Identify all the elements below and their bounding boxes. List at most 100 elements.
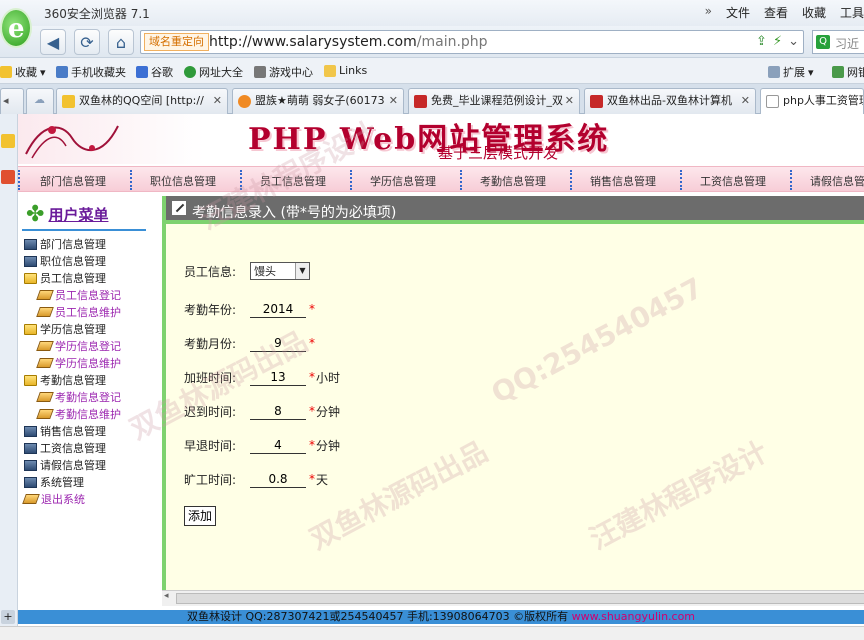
tree-item-attendance-maintain[interactable]: 考勤信息维护 [36, 406, 121, 422]
nav-salary[interactable]: 工资信息管理 [700, 173, 766, 189]
nav-education[interactable]: 学历信息管理 [370, 173, 436, 189]
tree-item-education-register[interactable]: 学历信息登记 [36, 338, 121, 354]
footer-link[interactable]: www.shuangyulin.com [572, 610, 695, 623]
page-content: + PHP Web网站管理系统 基于三层模式开发 部门信息管理 职位信息管理 员… [0, 114, 864, 640]
tree-item-system[interactable]: 系统管理 [24, 474, 84, 490]
tab-qq-space[interactable]: 双鱼林的QQ空间 [http://✕ [56, 88, 228, 114]
back-icon[interactable]: ◀ [40, 29, 66, 55]
tree-item-position[interactable]: 职位信息管理 [24, 253, 106, 269]
share-icon[interactable]: ⇪ [756, 34, 767, 49]
scroll-left-icon[interactable]: ◂ [164, 591, 169, 601]
browser-navbar: ◀ ⟳ ⌂ 域名重定向 http://www.salarysystem.com/… [0, 26, 864, 58]
menu-more-icon[interactable]: » [705, 4, 712, 21]
overtime-unit: 小时 [316, 370, 341, 385]
favorites-icon[interactable] [1, 134, 15, 148]
tree-item-sales[interactable]: 销售信息管理 [24, 423, 106, 439]
cloud-icon[interactable]: ☁ [26, 88, 54, 114]
nav-leave[interactable]: 请假信息管理 [810, 173, 864, 189]
required-mark: * [309, 472, 315, 486]
menu-view[interactable]: 查看 [764, 4, 788, 21]
bookmark-extensions[interactable]: 扩展 ▾ [768, 64, 814, 80]
tree-item-education[interactable]: 学历信息管理 [24, 321, 106, 337]
chevron-down-icon[interactable]: ▼ [295, 263, 309, 279]
close-icon[interactable]: ✕ [565, 89, 574, 113]
overtime-input[interactable] [250, 368, 306, 386]
clover-icon: ✤ [26, 202, 45, 227]
tool-icon[interactable] [1, 170, 15, 184]
month-label: 考勤月份: [184, 336, 237, 351]
side-panel-strip: + [0, 114, 18, 640]
url-text[interactable]: http://www.salarysystem.com/main.php [209, 34, 488, 50]
folder-icon [324, 64, 336, 77]
early-leave-input[interactable] [250, 436, 306, 454]
year-input[interactable] [250, 300, 306, 318]
google-icon [136, 66, 148, 78]
add-button[interactable]: 添加 [184, 506, 217, 526]
close-icon[interactable]: ✕ [741, 89, 750, 113]
year-row: 考勤年份: * [184, 300, 315, 318]
absent-input[interactable] [250, 470, 306, 488]
tree-item-department[interactable]: 部门信息管理 [24, 236, 106, 252]
menu-favorites[interactable]: 收藏 [802, 4, 826, 21]
bookmark-favorites[interactable]: 收藏 ▾ [0, 64, 46, 80]
absent-label: 旷工时间: [184, 472, 237, 487]
redirect-badge[interactable]: 域名重定向 [144, 33, 209, 51]
close-icon[interactable]: ✕ [213, 89, 222, 113]
tree-item-employee-maintain[interactable]: 员工信息维护 [36, 304, 121, 320]
page-leaf-icon [36, 392, 54, 402]
nav-employee[interactable]: 员工信息管理 [260, 173, 326, 189]
menu-file[interactable]: 文件 [726, 4, 750, 21]
tree-item-leave[interactable]: 请假信息管理 [24, 457, 106, 473]
page-leaf-icon [36, 307, 54, 317]
tree-item-attendance[interactable]: 考勤信息管理 [24, 372, 106, 388]
tab-mengzu[interactable]: 盟族★萌萌 弱女子(60173 ✕ [232, 88, 404, 114]
nav-attendance[interactable]: 考勤信息管理 [480, 173, 546, 189]
tree-item-attendance-register[interactable]: 考勤信息登记 [36, 389, 121, 405]
scrollbar-thumb[interactable] [176, 593, 864, 604]
user-menu-title: 用户菜单 [48, 206, 109, 224]
late-row: 迟到时间: * 分钟 [184, 402, 340, 420]
home-icon[interactable]: ⌂ [108, 29, 134, 55]
nav-separator [460, 170, 462, 190]
tree-item-logout[interactable]: 退出系统 [22, 491, 85, 507]
tab-scroll-left[interactable]: ◂ [0, 88, 24, 114]
bookmark-games[interactable]: 游戏中心 [254, 64, 313, 80]
page-leaf-icon [36, 409, 54, 419]
close-icon[interactable]: ✕ [389, 89, 398, 113]
employee-select[interactable]: 馒头 ▼ [250, 262, 310, 280]
bookmark-mobile[interactable]: 手机收藏夹 [56, 64, 126, 80]
tree-item-employee[interactable]: 员工信息管理 [24, 270, 106, 286]
search-input[interactable]: Q 习近 [812, 30, 864, 54]
address-bar[interactable]: 域名重定向 http://www.salarysystem.com/main.p… [140, 30, 804, 54]
tree-item-salary[interactable]: 工资信息管理 [24, 440, 106, 456]
nav-sales[interactable]: 销售信息管理 [590, 173, 656, 189]
horizontal-scrollbar[interactable]: ◂ [162, 590, 864, 606]
bookmark-google[interactable]: 谷歌 [136, 64, 173, 80]
add-icon[interactable]: + [1, 610, 15, 624]
browser-logo: e [0, 8, 32, 48]
nav-department[interactable]: 部门信息管理 [40, 173, 106, 189]
tab-free-course[interactable]: 免费_毕业课程范例设计_双 ✕ [408, 88, 580, 114]
bookmark-sites[interactable]: 网址大全 [184, 64, 243, 80]
chevron-down-icon[interactable]: ⌄ [788, 34, 799, 49]
refresh-icon[interactable]: ⟳ [74, 29, 100, 55]
tab-shuangyulin[interactable]: 双鱼林出品-双鱼林计算机 ✕ [584, 88, 756, 114]
tree-item-education-maintain[interactable]: 学历信息维护 [36, 355, 121, 371]
late-input[interactable] [250, 402, 306, 420]
early-leave-label: 早退时间: [184, 438, 237, 453]
bookmark-links[interactable]: Links [324, 64, 367, 77]
gamepad-icon [254, 66, 266, 78]
bank-icon [832, 66, 844, 78]
tab-strip: ◂ ☁ 双鱼林的QQ空间 [http://✕ 盟族★萌萌 弱女子(60173 ✕ … [0, 84, 864, 114]
nav-position[interactable]: 职位信息管理 [150, 173, 216, 189]
year-label: 考勤年份: [184, 302, 237, 317]
tab-php-salary[interactable]: php人事工资管理 [760, 88, 864, 114]
tree-item-employee-register[interactable]: 员工信息登记 [36, 287, 121, 303]
month-input[interactable] [250, 334, 306, 352]
menu-tools[interactable]: 工具 [840, 4, 864, 21]
search-engine-icon[interactable]: Q [816, 35, 830, 49]
bottom-scrollbar[interactable] [0, 626, 864, 640]
sidebar: ✤ 用户菜单 部门信息管理 职位信息管理 员工信息管理 员工信息登记 员工信息维… [18, 196, 158, 616]
bookmark-bank[interactable]: 网银 [832, 64, 864, 80]
speed-icon[interactable]: ⚡ [773, 34, 782, 49]
